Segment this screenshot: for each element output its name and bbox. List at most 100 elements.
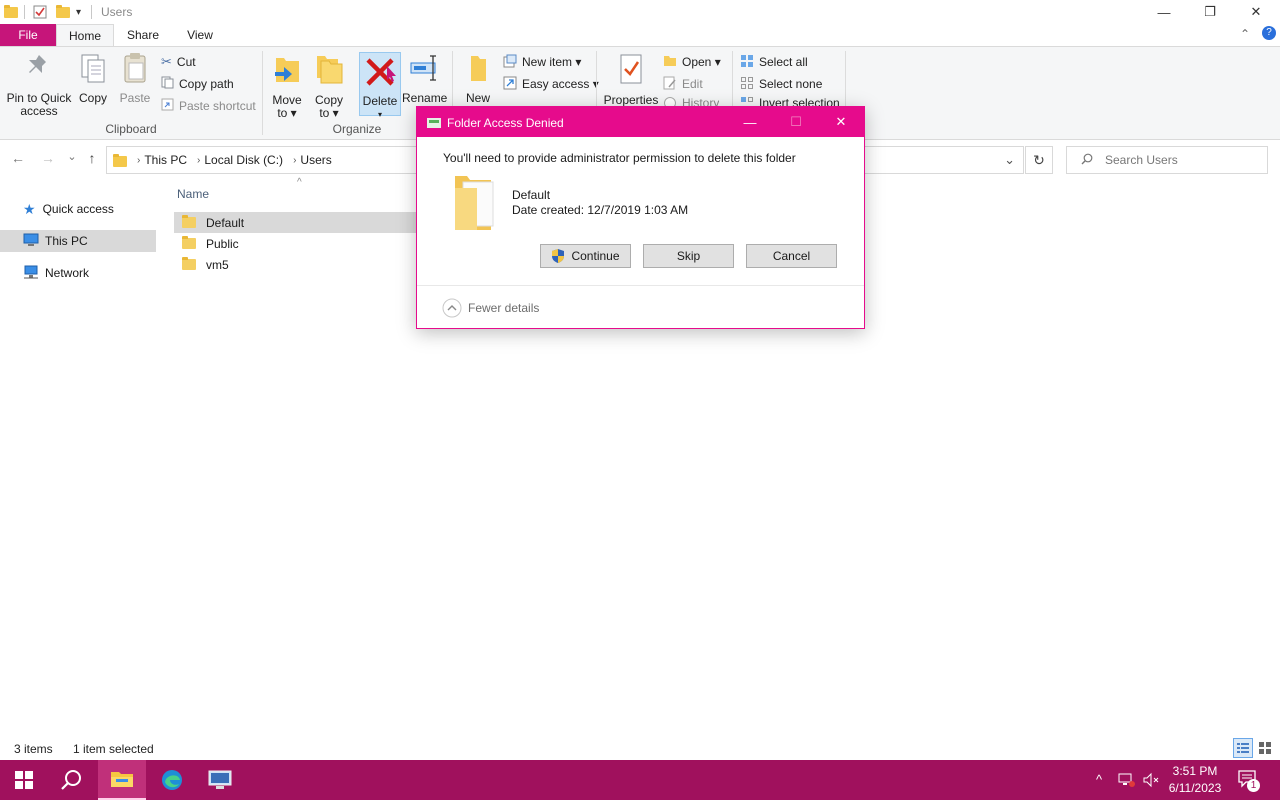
- file-explorer-icon: [111, 772, 133, 787]
- address-dropdown-icon[interactable]: ⌄: [1004, 152, 1015, 168]
- properties-quick-icon[interactable]: [33, 3, 47, 21]
- clock-date: 6/11/2023: [1168, 781, 1222, 795]
- move-to-label-2: to ▾: [277, 106, 297, 120]
- copy-label: Copy: [78, 91, 107, 105]
- selection-count: 1 item selected: [73, 742, 154, 756]
- rename-button[interactable]: Rename: [402, 51, 447, 105]
- volume-tray-icon[interactable]: [1142, 772, 1160, 791]
- forward-button[interactable]: →: [38, 150, 58, 168]
- search-box[interactable]: Search Users: [1066, 146, 1268, 174]
- large-icons-view-button[interactable]: [1257, 740, 1273, 756]
- tab-file[interactable]: File: [0, 24, 56, 46]
- cut-button[interactable]: ✂ Cut: [161, 52, 196, 72]
- collapse-ribbon-icon[interactable]: ⌃: [1240, 27, 1250, 41]
- nav-label: This PC: [45, 234, 88, 248]
- breadcrumb-local-disk[interactable]: Local Disk (C:): [204, 153, 283, 167]
- chevron-right-icon: ›: [197, 154, 201, 166]
- paste-icon: [117, 51, 153, 88]
- skip-button[interactable]: Skip: [643, 244, 734, 268]
- search-button[interactable]: [48, 760, 96, 800]
- open-button[interactable]: Open ▾: [663, 52, 721, 72]
- pin-icon: [5, 51, 73, 88]
- separator: [24, 3, 25, 21]
- search-icon: [1081, 153, 1093, 168]
- close-button[interactable]: ✕: [1233, 0, 1279, 24]
- dialog-title: Folder Access Denied: [447, 116, 564, 130]
- easy-access-label: Easy access ▾: [522, 77, 599, 91]
- properties-button[interactable]: Properties: [603, 51, 659, 107]
- notification-badge: 1: [1247, 779, 1260, 792]
- tab-share[interactable]: Share: [114, 24, 172, 46]
- breadcrumb-users[interactable]: Users: [300, 153, 331, 167]
- file-name: Public: [206, 236, 239, 251]
- delete-arrow: ▾: [377, 110, 382, 119]
- help-icon[interactable]: ?: [1262, 26, 1276, 40]
- continue-button[interactable]: Continue: [540, 244, 631, 268]
- edit-button[interactable]: Edit: [663, 74, 703, 94]
- fewer-details-button[interactable]: Fewer details: [442, 298, 539, 318]
- copy-button[interactable]: Copy: [75, 51, 111, 105]
- new-item-icon: [503, 54, 517, 71]
- select-all-button[interactable]: Select all: [740, 52, 808, 72]
- dialog-maximize-button[interactable]: ☐: [773, 107, 819, 137]
- back-button[interactable]: ←: [8, 150, 28, 168]
- easy-access-button[interactable]: Easy access ▾: [503, 74, 599, 94]
- chevron-up-circle-icon: [442, 298, 462, 318]
- delete-button[interactable]: Delete ▾: [359, 52, 401, 119]
- notification-center-button[interactable]: 1: [1238, 770, 1260, 792]
- start-button[interactable]: [0, 760, 48, 800]
- paste-button[interactable]: Paste: [117, 51, 153, 105]
- file-row[interactable]: Public: [174, 233, 418, 254]
- open-label: Open ▾: [682, 55, 721, 69]
- pin-to-quick-access-button[interactable]: Pin to Quick access: [5, 51, 73, 118]
- dialog-close-button[interactable]: ✕: [818, 107, 864, 137]
- clipboard-group-label: Clipboard: [105, 122, 157, 136]
- minimize-button[interactable]: —: [1141, 0, 1187, 24]
- new-item-button[interactable]: New item ▾: [503, 52, 581, 72]
- tab-view[interactable]: View: [172, 24, 228, 46]
- refresh-button[interactable]: ↻: [1025, 146, 1053, 174]
- taskbar-remote-desktop[interactable]: [196, 760, 244, 800]
- search-icon: [61, 770, 81, 790]
- separator: [262, 51, 263, 135]
- dialog-app-icon: [427, 117, 441, 131]
- column-header-name[interactable]: Name: [177, 187, 209, 201]
- taskbar-edge[interactable]: [148, 760, 196, 800]
- tab-home[interactable]: Home: [56, 24, 114, 47]
- copy-to-button[interactable]: Copy to ▾: [310, 51, 348, 120]
- dialog-minimize-button[interactable]: —: [727, 107, 773, 137]
- paste-shortcut-label: Paste shortcut: [179, 99, 256, 113]
- separator: [417, 285, 864, 286]
- network-tray-icon[interactable]: [1117, 772, 1135, 791]
- paste-label: Paste: [119, 91, 151, 105]
- new-folder-quick-icon[interactable]: [56, 3, 70, 21]
- customize-quick-access-icon[interactable]: ▾: [76, 3, 81, 21]
- clock[interactable]: 3:51 PM 6/11/2023: [1162, 763, 1228, 797]
- breadcrumb-this-pc[interactable]: This PC: [144, 153, 187, 167]
- maximize-button[interactable]: ❐: [1187, 0, 1233, 24]
- paste-shortcut-button[interactable]: Paste shortcut: [161, 96, 256, 116]
- file-row[interactable]: Default: [174, 212, 418, 233]
- details-view-button[interactable]: [1233, 738, 1253, 758]
- move-to-button[interactable]: Move to ▾: [268, 51, 306, 120]
- up-button[interactable]: ↑: [82, 150, 102, 168]
- nav-item-network[interactable]: Network: [0, 262, 156, 284]
- dialog-folder-name: Default: [512, 188, 551, 202]
- move-to-icon: [268, 51, 306, 90]
- show-hidden-icons-button[interactable]: ^: [1096, 772, 1102, 787]
- copy-to-icon: [310, 51, 348, 90]
- separator: [91, 3, 92, 21]
- scissors-icon: ✂: [161, 54, 172, 69]
- select-none-icon: [740, 76, 754, 93]
- rename-icon: [402, 51, 446, 88]
- select-none-button[interactable]: Select none: [740, 74, 822, 94]
- nav-item-quick-access[interactable]: ★ Quick access: [0, 198, 156, 220]
- nav-item-this-pc[interactable]: This PC: [0, 230, 156, 252]
- cancel-button[interactable]: Cancel: [746, 244, 837, 268]
- recent-locations-button[interactable]: ⌄: [62, 150, 82, 168]
- copy-to-label-2: to ▾: [319, 106, 339, 120]
- navigation-pane: ★ Quick access This PC Network: [0, 180, 160, 740]
- file-row[interactable]: vm5: [174, 254, 418, 275]
- copy-path-button[interactable]: Copy path: [161, 74, 234, 94]
- taskbar-file-explorer[interactable]: [98, 760, 146, 800]
